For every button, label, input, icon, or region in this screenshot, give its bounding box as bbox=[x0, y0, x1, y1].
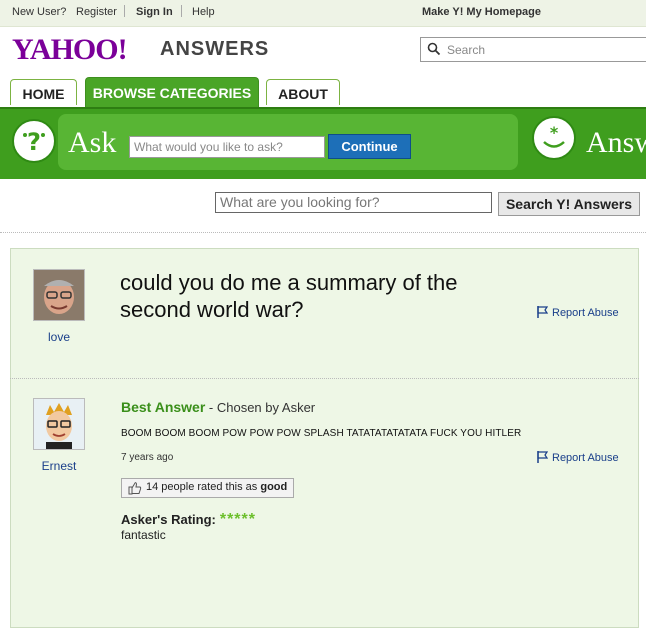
smiley-answer-icon: * bbox=[532, 116, 576, 160]
answer-body: BOOM BOOM BOOM POW POW POW SPLASH TATATA… bbox=[121, 428, 522, 439]
search-answers-button[interactable]: Search Y! Answers bbox=[498, 192, 640, 216]
thumbs-up-icon bbox=[128, 481, 142, 498]
best-answer-header: Best Answer - Chosen by Asker bbox=[121, 399, 315, 415]
flag-icon bbox=[537, 306, 549, 321]
asker-comment: fantastic bbox=[121, 528, 166, 542]
svg-text:?: ? bbox=[27, 128, 41, 156]
new-user-text: New User? bbox=[12, 6, 67, 18]
asker-rating-label: Asker's Rating: bbox=[121, 512, 216, 527]
asker-name-link[interactable]: love bbox=[29, 330, 89, 344]
report-abuse-link[interactable]: Report Abuse bbox=[537, 451, 619, 466]
top-bar: New User? Register Sign In Help Make Y! … bbox=[0, 0, 646, 27]
rating-button[interactable]: 14 people rated this as good bbox=[121, 478, 295, 498]
svg-text:*: * bbox=[550, 123, 559, 142]
tab-about[interactable]: ABOUT bbox=[266, 79, 340, 105]
nav-tabs: HOME BROWSE CATEGORIES ABOUT bbox=[0, 77, 646, 107]
tab-browse-categories[interactable]: BROWSE CATEGORIES bbox=[85, 77, 259, 107]
answers-search-input[interactable]: What are you looking for? bbox=[215, 192, 492, 213]
divider bbox=[124, 5, 125, 17]
answerer-avatar[interactable] bbox=[33, 398, 85, 450]
sign-in-link[interactable]: Sign In bbox=[136, 6, 173, 18]
chosen-by-text: - Chosen by Asker bbox=[205, 400, 316, 415]
asker-rating: Asker's Rating: ***** bbox=[121, 511, 256, 529]
divider bbox=[0, 232, 646, 233]
flag-icon bbox=[537, 451, 549, 466]
register-link[interactable]: Register bbox=[76, 6, 117, 18]
question-mark-icon: ? bbox=[12, 119, 56, 163]
rating-word: good bbox=[260, 481, 288, 493]
ask-question-input[interactable]: What would you like to ask? bbox=[129, 136, 325, 158]
report-abuse-link[interactable]: Report Abuse bbox=[537, 306, 619, 321]
make-homepage-link[interactable]: Make Y! My Homepage bbox=[422, 6, 541, 18]
answerer-name-link[interactable]: Ernest bbox=[29, 459, 89, 473]
ask-label: Ask bbox=[68, 126, 117, 159]
answer-timestamp: 7 years ago bbox=[121, 452, 174, 463]
logo-text: YAHOO! bbox=[12, 33, 128, 66]
help-link[interactable]: Help bbox=[192, 6, 215, 18]
question-title: could you do me a summary of the second … bbox=[120, 270, 458, 322]
continue-button[interactable]: Continue bbox=[328, 134, 411, 159]
divider bbox=[181, 5, 182, 17]
asker-avatar[interactable] bbox=[33, 269, 85, 321]
search-placeholder: Search bbox=[447, 43, 486, 57]
tab-home[interactable]: HOME bbox=[10, 79, 77, 105]
rating-text: 14 people rated this as bbox=[146, 481, 261, 493]
divider bbox=[10, 378, 639, 379]
report-abuse-label: Report Abuse bbox=[552, 307, 619, 319]
yahoo-logo[interactable]: YAHOO! bbox=[12, 33, 128, 66]
search-icon bbox=[427, 42, 441, 61]
header-search-input[interactable]: Search bbox=[420, 37, 646, 62]
answers-title: ANSWERS bbox=[160, 38, 270, 60]
answer-label: Answ bbox=[586, 126, 646, 159]
report-abuse-label: Report Abuse bbox=[552, 452, 619, 464]
rating-stars: ***** bbox=[219, 511, 256, 528]
best-answer-label: Best Answer bbox=[121, 399, 206, 415]
